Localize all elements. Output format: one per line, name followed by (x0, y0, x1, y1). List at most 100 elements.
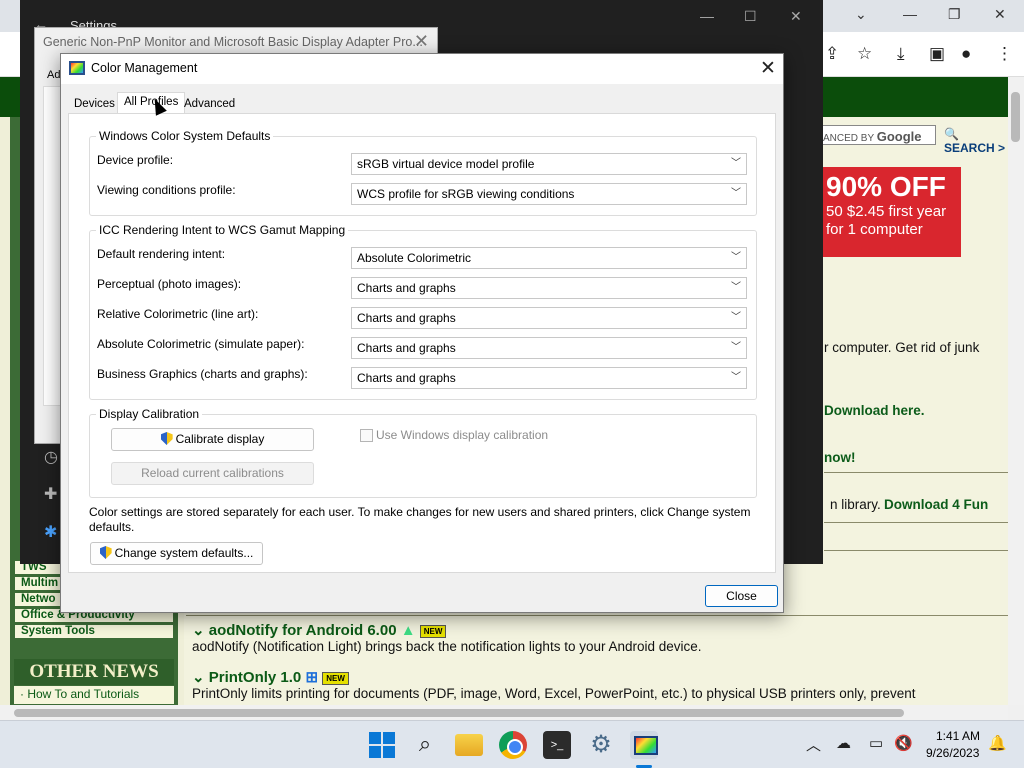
divider (824, 522, 1008, 523)
advertisement[interactable]: 90% OFF 50 $2.45 first year for 1 comput… (820, 167, 961, 257)
chevron-down-icon: ⌄ (192, 669, 205, 686)
file-explorer-icon[interactable] (455, 734, 483, 756)
calibrate-display-button[interactable]: Calibrate display (111, 428, 314, 451)
dialog-titlebar: Color Management ✕ (61, 54, 783, 84)
dialog-title: Color Management (91, 61, 198, 75)
clock-icon[interactable]: ◷ (44, 447, 58, 467)
howto-link[interactable]: · How To and Tutorials (14, 686, 174, 704)
search-link[interactable]: 🔍SEARCH > (944, 127, 1008, 155)
gamepad-icon[interactable]: ✚ (44, 484, 57, 504)
clock-time[interactable]: 1:41 AM (936, 729, 980, 743)
onedrive-icon[interactable]: ☁ (836, 734, 851, 752)
android-icon: ▲ (400, 622, 416, 639)
news-title[interactable]: ⌄ aodNotify for Android 6.00 ▲ NEW (192, 621, 447, 639)
perceptual-dropdown[interactable]: Charts and graphs ﹀ (351, 277, 747, 299)
chevron-down-icon: ﹀ (731, 342, 741, 353)
minimize-icon[interactable]: — (700, 8, 714, 24)
color-management-app-icon (69, 61, 85, 75)
monitor-window-title: Generic Non-PnP Monitor and Microsoft Ba… (43, 35, 423, 49)
share-icon[interactable]: ⇪ (825, 44, 839, 64)
google-brand: Google (876, 129, 922, 144)
settings-gear-icon[interactable]: ⚙ (587, 731, 615, 759)
tab-advanced[interactable]: Advanced (178, 96, 241, 114)
group-heading: Windows Color System Defaults (96, 129, 274, 143)
group-heading: ICC Rendering Intent to WCS Gamut Mappin… (96, 223, 349, 237)
horizontal-scroll-thumb[interactable] (14, 709, 904, 717)
vertical-scrollbar[interactable] (1008, 77, 1024, 705)
category-link[interactable]: System Tools (14, 624, 174, 639)
menu-kebab-icon[interactable]: ⋮ (996, 44, 1013, 64)
absolute-colorimetric-label: Absolute Colorimetric (simulate paper): (97, 337, 305, 351)
chevron-down-icon: ﹀ (731, 372, 741, 383)
close-button[interactable]: Close (705, 585, 778, 607)
close-icon[interactable]: ✕ (414, 31, 429, 52)
restore-icon[interactable]: ❐ (948, 6, 961, 23)
uac-shield-icon (99, 546, 112, 559)
chevron-down-icon: ﹀ (731, 188, 741, 199)
clock-date[interactable]: 9/26/2023 (926, 746, 979, 760)
profile-icon[interactable]: ● (961, 44, 971, 64)
news-title[interactable]: ⌄ PrintOnly 1.0 ⊞ NEW (192, 668, 349, 686)
ad-price: 50 $2.45 first year (826, 203, 947, 220)
use-windows-calibration-label: Use Windows display calibration (376, 428, 549, 442)
other-news-heading: OTHER NEWS (14, 659, 174, 685)
reload-calibrations-button[interactable]: Reload current calibrations (111, 462, 314, 485)
volume-muted-icon[interactable]: 🔇 (894, 734, 913, 752)
news-description: PrintOnly limits printing for documents … (192, 686, 916, 701)
color-management-taskbar-icon[interactable] (630, 731, 658, 759)
google-search-box[interactable]: ANCED BY Google (818, 125, 936, 145)
web-link[interactable]: now! (824, 450, 856, 465)
close-icon[interactable]: ✕ (994, 6, 1006, 23)
device-profile-label: Device profile: (97, 153, 174, 167)
chrome-icon[interactable] (499, 731, 527, 759)
divider (824, 550, 1008, 551)
business-graphics-dropdown[interactable]: Charts and graphs ﹀ (351, 367, 747, 389)
download-icon[interactable]: ⤓ (897, 44, 905, 64)
chevron-down-icon: ⌄ (192, 622, 205, 639)
side-panel-icon[interactable]: ▣ (929, 44, 945, 64)
web-link[interactable]: Download 4 Fun (884, 497, 988, 512)
group-heading: Display Calibration (96, 407, 203, 421)
tab-list-icon[interactable]: ⌄ (855, 6, 867, 23)
viewing-conditions-dropdown[interactable]: WCS profile for sRGB viewing conditions ﹀ (351, 183, 747, 205)
divider (186, 615, 1008, 616)
relative-colorimetric-label: Relative Colorimetric (line art): (97, 307, 259, 321)
change-system-defaults-button[interactable]: Change system defaults... (90, 542, 263, 565)
default-intent-dropdown[interactable]: Absolute Colorimetric ﹀ (351, 247, 747, 269)
device-profile-dropdown[interactable]: sRGB virtual device model profile ﹀ (351, 153, 747, 175)
news-description: aodNotify (Notification Light) brings ba… (192, 639, 702, 654)
absolute-colorimetric-dropdown[interactable]: Charts and graphs ﹀ (351, 337, 747, 359)
vertical-scroll-thumb[interactable] (1011, 92, 1020, 142)
chevron-down-icon: ﹀ (731, 252, 741, 263)
terminal-icon[interactable]: >_ (543, 731, 571, 759)
display-calibration-group: Display Calibration (89, 407, 757, 498)
taskbar: ⌕ >_ ⚙ ︿ ☁ ▭ 🔇 1:41 AM 9/26/2023 🔔 (0, 720, 1024, 768)
chevron-up-icon[interactable]: ︿ (806, 734, 821, 755)
tab-adapter[interactable]: Ad (47, 69, 60, 81)
close-icon[interactable]: ✕ (790, 8, 802, 25)
minimize-icon[interactable]: — (903, 6, 917, 22)
uac-shield-icon (160, 432, 173, 445)
relative-colorimetric-dropdown[interactable]: Charts and graphs ﹀ (351, 307, 747, 329)
ad-subline: for 1 computer (826, 221, 923, 238)
new-badge: NEW (419, 624, 447, 638)
windows-start-icon[interactable] (368, 731, 396, 759)
info-text: Color settings are stored separately for… (89, 505, 751, 534)
notification-bell-icon[interactable]: 🔔 (988, 734, 1007, 752)
maximize-icon[interactable]: ☐ (744, 8, 757, 25)
chevron-down-icon: ﹀ (731, 282, 741, 293)
accessibility-icon[interactable]: ✱ (44, 522, 57, 542)
close-icon[interactable]: ✕ (760, 57, 776, 80)
bookmark-star-icon[interactable]: ☆ (857, 44, 872, 64)
web-snippet: r computer. Get rid of junk (824, 340, 980, 355)
network-icon[interactable]: ▭ (869, 734, 883, 752)
chevron-down-icon: ﹀ (731, 158, 741, 169)
web-link[interactable]: Download here. (824, 403, 925, 418)
ad-headline: 90% OFF (826, 171, 946, 202)
chevron-down-icon: ﹀ (731, 312, 741, 323)
all-profiles-panel: Windows Color System Defaults Device pro… (68, 113, 776, 573)
search-icon[interactable]: ⌕ (411, 731, 439, 759)
tab-devices[interactable]: Devices (68, 96, 121, 114)
use-windows-calibration-checkbox[interactable] (360, 429, 373, 442)
viewing-conditions-label: Viewing conditions profile: (97, 183, 236, 197)
